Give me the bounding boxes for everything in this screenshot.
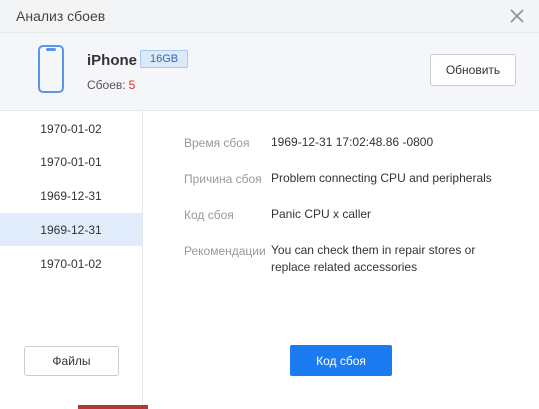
phone-icon [38,45,64,93]
crash-code-button[interactable]: Код сбоя [290,345,392,376]
date-item-selected[interactable]: 1969-12-31 [0,213,142,246]
date-item[interactable]: 1970-01-02 [0,247,142,280]
recommendations-label: Рекомендации [184,244,266,258]
crash-time-label: Время сбоя [184,136,250,150]
crash-count: Сбоев: 5 [87,78,135,92]
refresh-button[interactable]: Обновить [430,54,516,86]
crash-reason-value: Problem connecting CPU and peripherals [271,171,492,185]
device-panel: iPhone 16GB Сбоев: 5 Обновить [0,33,539,111]
date-item[interactable]: 1970-01-02 [0,112,142,145]
crash-time-value: 1969-12-31 17:02:48.86 -0800 [271,135,434,149]
window-title: Анализ сбоев [16,8,106,24]
title-bar: Анализ сбоев [0,0,539,33]
crash-count-label: Сбоев: [87,78,126,92]
crash-code-label: Код сбоя [184,208,234,222]
date-item[interactable]: 1969-12-31 [0,179,142,212]
footer-marker [78,405,148,409]
crash-date-list: 1970-01-02 1970-01-01 1969-12-31 1969-12… [0,111,143,409]
crash-count-value: 5 [128,78,136,92]
crash-code-value: Panic CPU x caller [271,207,372,221]
recommendations-value: You can check them in repair stores or r… [271,243,476,274]
date-item[interactable]: 1970-01-01 [0,145,142,178]
close-icon [510,9,524,23]
device-name: iPhone [87,52,138,69]
capacity-badge: 16GB [140,50,189,68]
crash-reason-label: Причина сбоя [184,172,262,186]
files-button[interactable]: Файлы [24,346,119,376]
close-button[interactable] [505,4,529,28]
